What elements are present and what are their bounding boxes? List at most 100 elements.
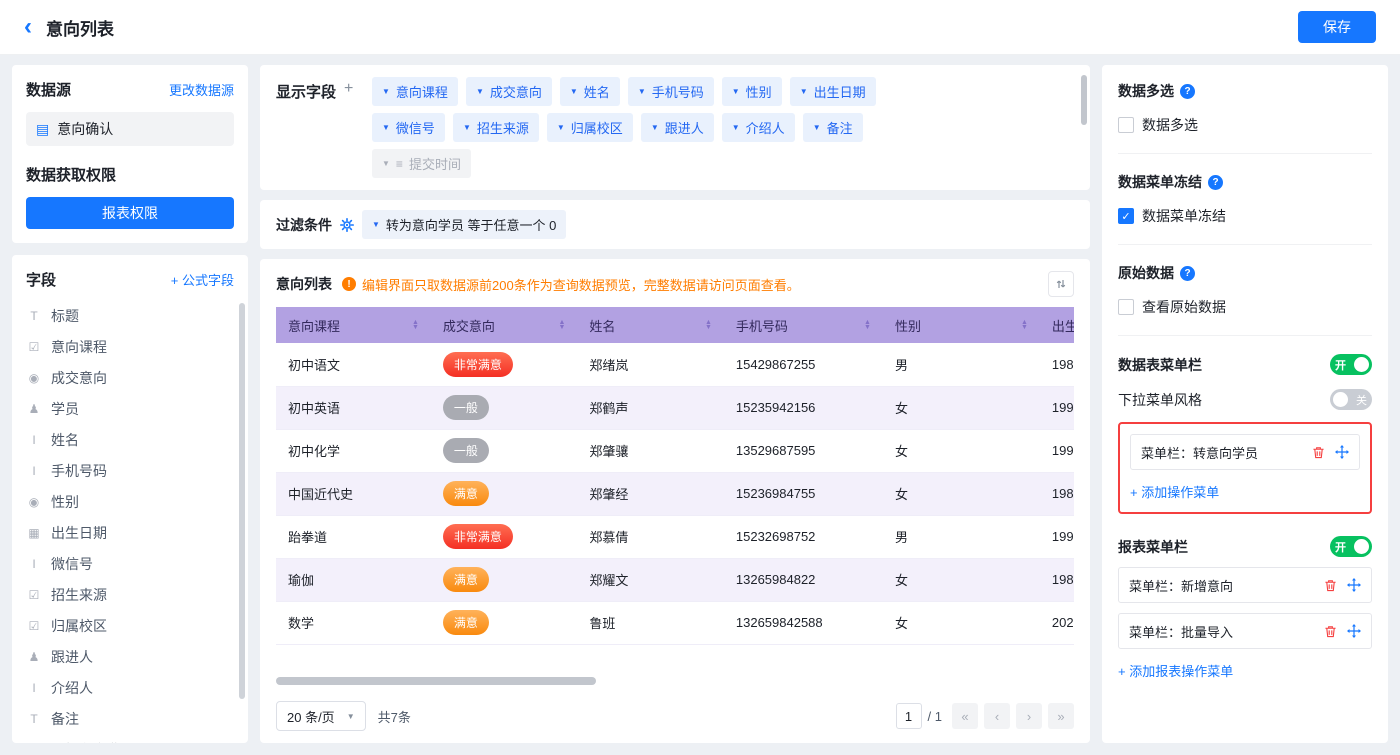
- field-item[interactable]: 招生来源: [26, 579, 234, 610]
- report-menu-toggle[interactable]: 开: [1330, 536, 1372, 557]
- display-field-chip[interactable]: ▼招生来源: [453, 113, 539, 142]
- field-item[interactable]: 姓名: [26, 424, 234, 455]
- current-page[interactable]: 1: [896, 703, 922, 729]
- sort-carets-icon[interactable]: ▲▼: [705, 320, 712, 331]
- delete-icon[interactable]: [1324, 579, 1337, 592]
- help-icon[interactable]: ?: [1208, 175, 1223, 190]
- display-fields-scrollbar[interactable]: [1081, 75, 1087, 125]
- report-permission-button[interactable]: 报表权限: [26, 197, 234, 229]
- field-item[interactable]: 标题: [26, 300, 234, 331]
- display-field-chip[interactable]: ▼手机号码: [628, 77, 714, 106]
- datasource-item[interactable]: ▤ 意向确认: [26, 112, 234, 146]
- field-item[interactable]: 微信号: [26, 548, 234, 579]
- display-field-chip[interactable]: ▼归属校区: [547, 113, 633, 142]
- field-item[interactable]: 归属校区: [26, 610, 234, 641]
- column-header[interactable]: 成交意向▲▼: [431, 307, 578, 343]
- field-item[interactable]: 手机号码: [26, 455, 234, 486]
- dropdown-style-toggle[interactable]: 关: [1330, 389, 1372, 410]
- field-item[interactable]: 学员: [26, 393, 234, 424]
- checkbox-unchecked-icon[interactable]: [1118, 117, 1134, 133]
- fields-card: 字段 + 公式字段 标题 意向课程 成交意向 学员 姓名 手机号码 性别 出生日…: [12, 255, 248, 743]
- intent-badge: 一般: [443, 395, 489, 420]
- display-field-chip[interactable]: ▼性别: [722, 77, 782, 106]
- menu-freeze-checkbox-row[interactable]: ✓ 数据菜单冻结: [1118, 206, 1372, 226]
- sort-carets-icon[interactable]: ▲▼: [864, 320, 871, 331]
- intent-badge: 满意: [443, 610, 489, 635]
- change-datasource-link[interactable]: 更改数据源: [169, 80, 234, 99]
- add-display-field-icon[interactable]: +: [344, 81, 353, 97]
- delete-icon[interactable]: [1312, 446, 1325, 459]
- total-count: 共7条: [378, 707, 411, 726]
- checkbox-checked-icon[interactable]: ✓: [1118, 208, 1134, 224]
- prev-page-button[interactable]: ‹: [984, 703, 1010, 729]
- display-field-chip[interactable]: ▼微信号: [372, 113, 445, 142]
- filter-condition-chip[interactable]: ▼转为意向学员 等于任意一个 0: [362, 210, 566, 239]
- display-field-chip[interactable]: ▼成交意向: [466, 77, 552, 106]
- multi-select-checkbox-row[interactable]: 数据多选: [1118, 115, 1372, 135]
- move-icon[interactable]: [1347, 578, 1361, 592]
- raw-data-checkbox-row[interactable]: 查看原始数据: [1118, 297, 1372, 317]
- save-button[interactable]: 保存: [1298, 11, 1376, 43]
- last-page-button[interactable]: »: [1048, 703, 1074, 729]
- display-field-chip[interactable]: ▼出生日期: [790, 77, 876, 106]
- display-field-chip[interactable]: ▼备注: [803, 113, 863, 142]
- main-area: 显示字段 + ▼意向课程 ▼成交意向 ▼姓名 ▼手机号码 ▼性别 ▼出生日期 ▼…: [260, 65, 1090, 743]
- add-action-menu-link[interactable]: + 添加操作菜单: [1130, 482, 1219, 501]
- sidebar-scrollbar[interactable]: [239, 303, 245, 699]
- text-field-icon: [26, 464, 42, 478]
- pagination: 1 / 1 « ‹ › »: [896, 703, 1074, 729]
- date-field-icon: [26, 526, 42, 540]
- sort-carets-icon[interactable]: ▲▼: [558, 320, 565, 331]
- display-field-chip[interactable]: ▼意向课程: [372, 77, 458, 106]
- sort-carets-icon[interactable]: ▲▼: [412, 320, 419, 331]
- display-field-chip[interactable]: ▼姓名: [560, 77, 620, 106]
- sort-icon[interactable]: [1048, 271, 1074, 297]
- gear-icon[interactable]: [340, 218, 354, 232]
- page-title: 意向列表: [46, 15, 114, 40]
- field-item[interactable]: 跟进人: [26, 641, 234, 672]
- menu-bar-item[interactable]: 菜单栏：转意向学员: [1130, 434, 1360, 470]
- field-item[interactable]: 成交意向: [26, 362, 234, 393]
- checkbox-field-icon: [26, 340, 42, 354]
- move-icon[interactable]: [1347, 624, 1361, 638]
- field-item[interactable]: 出生日期: [26, 517, 234, 548]
- display-field-chip[interactable]: ▼跟进人: [641, 113, 714, 142]
- column-header[interactable]: 手机号码▲▼: [724, 307, 883, 343]
- back-icon[interactable]: ‹: [24, 15, 32, 39]
- disabled-field-chip[interactable]: ▼≡提交时间: [372, 149, 471, 178]
- sort-carets-icon[interactable]: ▲▼: [1021, 320, 1028, 331]
- warning-icon: !: [342, 277, 356, 291]
- column-header[interactable]: 姓名▲▼: [577, 307, 724, 343]
- add-report-menu-link[interactable]: + 添加报表操作菜单: [1118, 661, 1233, 680]
- delete-icon[interactable]: [1324, 625, 1337, 638]
- left-sidebar: 数据源 更改数据源 ▤ 意向确认 数据获取权限 报表权限 字段 + 公式字段 标…: [12, 65, 248, 743]
- highlighted-menu-box: 菜单栏：转意向学员 + 添加操作菜单: [1118, 422, 1372, 514]
- total-pages: / 1: [928, 709, 942, 724]
- move-icon[interactable]: [1335, 445, 1349, 459]
- page-size-select[interactable]: 20 条/页 ▼: [276, 701, 366, 731]
- column-header[interactable]: 性别▲▼: [883, 307, 1040, 343]
- table-horizontal-scrollbar[interactable]: [276, 677, 596, 685]
- field-item[interactable]: 性别: [26, 486, 234, 517]
- intent-badge: 非常满意: [443, 524, 513, 549]
- menu-freeze-title: 数据菜单冻结: [1118, 172, 1202, 192]
- field-item[interactable]: 已报名交费: [26, 734, 234, 743]
- table-menu-toggle[interactable]: 开: [1330, 354, 1372, 375]
- add-formula-field-link[interactable]: + 公式字段: [171, 270, 234, 289]
- chevron-down-icon: ▼: [382, 88, 390, 96]
- menu-bar-item[interactable]: 菜单栏：批量导入: [1118, 613, 1372, 649]
- menu-bar-item[interactable]: 菜单栏：新增意向: [1118, 567, 1372, 603]
- column-header[interactable]: 意向课程▲▼: [276, 307, 431, 343]
- checkbox-unchecked-icon[interactable]: [1118, 299, 1134, 315]
- field-item[interactable]: 介绍人: [26, 672, 234, 703]
- display-field-chip[interactable]: ▼介绍人: [722, 113, 795, 142]
- column-header[interactable]: 出生日期▲▼: [1040, 307, 1074, 343]
- field-item[interactable]: 备注: [26, 703, 234, 734]
- field-item[interactable]: 意向课程: [26, 331, 234, 362]
- radio-field-icon: [26, 371, 42, 385]
- first-page-button[interactable]: «: [952, 703, 978, 729]
- chevron-down-icon: ▼: [476, 88, 484, 96]
- next-page-button[interactable]: ›: [1016, 703, 1042, 729]
- help-icon[interactable]: ?: [1180, 84, 1195, 99]
- help-icon[interactable]: ?: [1180, 266, 1195, 281]
